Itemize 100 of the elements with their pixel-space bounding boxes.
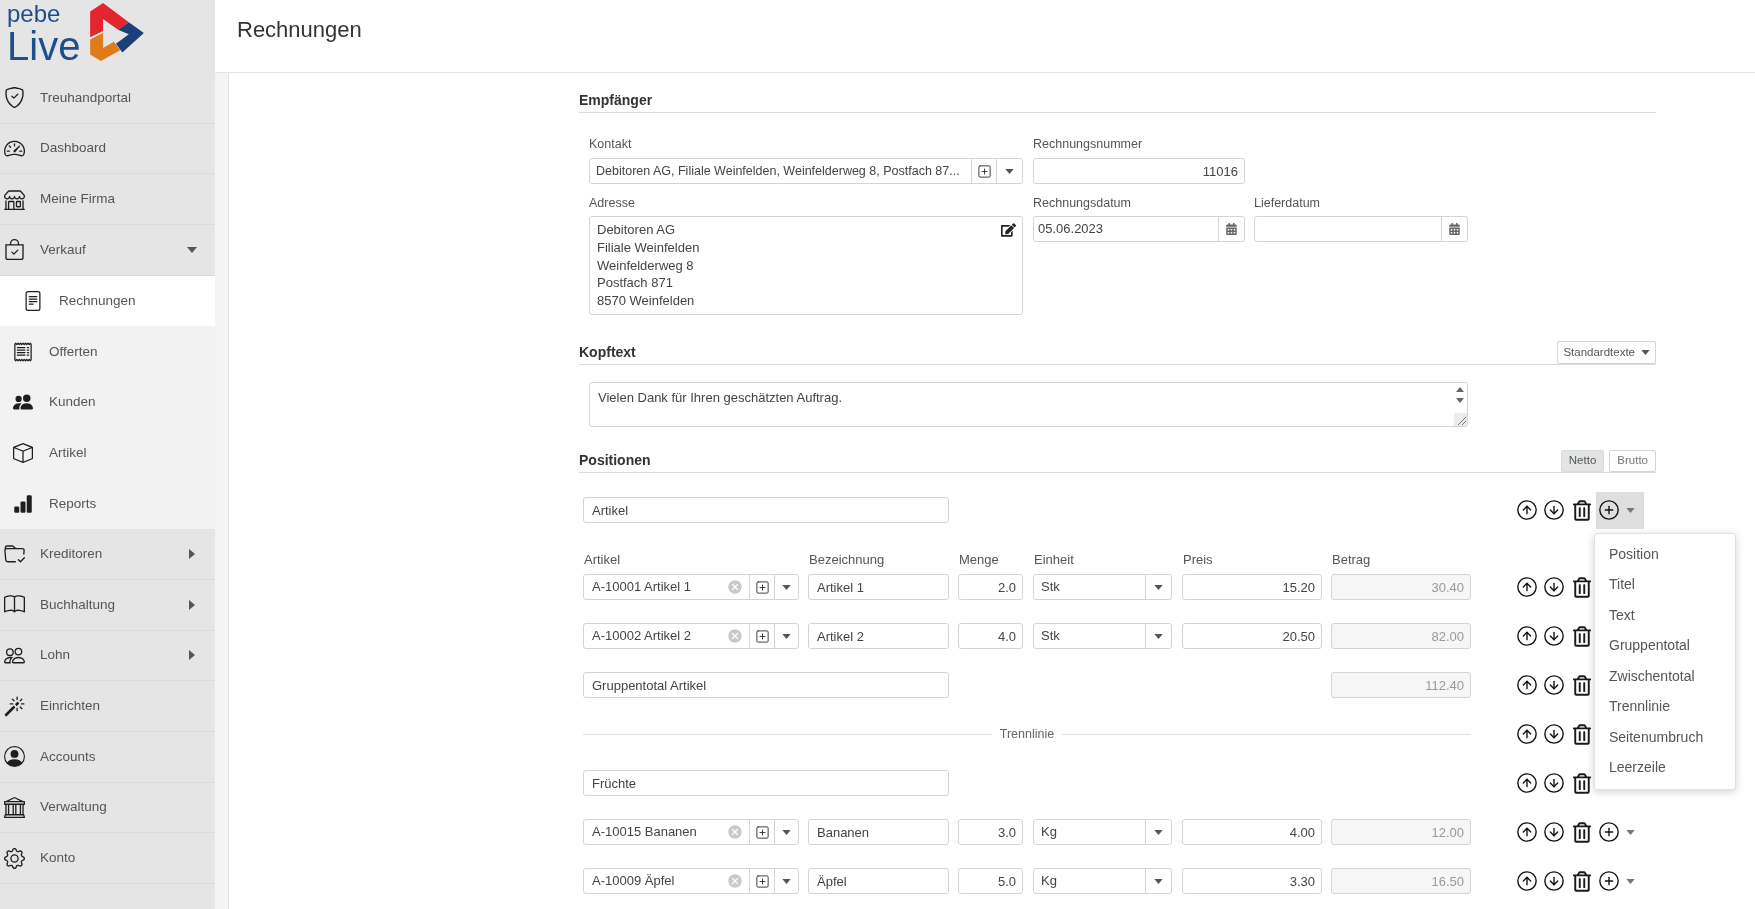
menu-item[interactable]: Titel — [1595, 569, 1735, 600]
menu-item[interactable]: Leerzeile — [1595, 752, 1735, 783]
arrow-down-icon[interactable] — [1543, 576, 1565, 598]
trash-icon[interactable] — [1573, 499, 1591, 521]
caret-icon[interactable] — [782, 584, 791, 590]
article-combobox[interactable]: A-10015 Bananen — [583, 819, 799, 845]
article-combobox[interactable]: A-10002 Artikel 2 — [583, 623, 799, 649]
unit-select[interactable]: Stk — [1033, 623, 1172, 649]
arrow-up-icon[interactable] — [1516, 772, 1538, 794]
invoice-date-field[interactable]: 05.06.2023 — [1033, 216, 1245, 242]
caret-icon[interactable] — [782, 633, 791, 639]
quantity-field[interactable]: 2.0 — [958, 574, 1023, 600]
arrow-down-icon[interactable] — [1543, 821, 1565, 843]
quantity-field[interactable]: 3.0 — [958, 819, 1023, 845]
trash-icon[interactable] — [1573, 821, 1591, 843]
description-field[interactable]: Artikel 2 — [808, 623, 949, 649]
arrow-down-icon[interactable] — [1543, 870, 1565, 892]
address-field[interactable]: Debitoren AG Filiale Weinfelden Weinfelderweg 8 Postfach 871 8570 Weinfelden — [589, 216, 1023, 315]
sidebar-item[interactable]: Artikel — [0, 427, 215, 479]
field-label: Kontakt — [589, 136, 632, 152]
sidebar-item[interactable]: Kunden — [0, 377, 215, 428]
caret-icon — [1154, 878, 1163, 884]
description-field[interactable]: Bananen — [808, 819, 949, 845]
sidebar-item[interactable]: Reports — [0, 478, 215, 530]
arrow-up-icon[interactable] — [1516, 576, 1538, 598]
arrow-down-icon[interactable] — [1543, 674, 1565, 696]
trash-icon[interactable] — [1573, 674, 1591, 696]
arrow-down-icon[interactable] — [1543, 499, 1565, 521]
trash-icon[interactable] — [1573, 576, 1591, 598]
menu-item[interactable]: Seitenumbruch — [1595, 722, 1735, 753]
templates-dropdown[interactable]: Standardtexte — [1557, 341, 1656, 364]
arrow-up-icon[interactable] — [1516, 674, 1538, 696]
article-combobox[interactable]: A-10001 Artikel 1 — [583, 574, 799, 600]
arrow-up-icon[interactable] — [1516, 499, 1538, 521]
description-field[interactable]: Äpfel — [808, 868, 949, 894]
caret-icon[interactable] — [782, 878, 791, 884]
address-line: Weinfelderweg 8 — [597, 256, 694, 275]
settings-icon — [4, 847, 25, 869]
edit-icon[interactable] — [1001, 223, 1016, 237]
title-field[interactable]: Artikel — [583, 497, 949, 523]
trash-icon[interactable] — [1573, 625, 1591, 647]
price-mode-tab[interactable]: Brutto — [1609, 449, 1656, 472]
arrow-up-icon[interactable] — [1516, 723, 1538, 745]
title-field[interactable]: Früchte — [583, 770, 949, 796]
invoice-number-field[interactable]: 11016 — [1033, 158, 1245, 184]
price-field[interactable]: 15.20 — [1182, 574, 1322, 600]
menu-item[interactable]: Position — [1595, 539, 1735, 570]
arrow-up-icon[interactable] — [1516, 870, 1538, 892]
price-mode-tab[interactable]: Netto — [1560, 449, 1605, 472]
unit-select[interactable]: Kg — [1033, 819, 1172, 845]
plus-square-icon[interactable] — [754, 579, 770, 595]
caret-icon — [1154, 829, 1163, 835]
resize-grip-icon[interactable] — [1453, 413, 1467, 426]
plus-square-icon[interactable] — [976, 163, 992, 179]
article-combobox[interactable]: A-10009 Äpfel — [583, 868, 799, 894]
trash-icon[interactable] — [1573, 870, 1591, 892]
scroll-up-icon[interactable] — [1456, 387, 1464, 392]
arrow-up-icon[interactable] — [1516, 625, 1538, 647]
sidebar-item[interactable]: Rechnungen — [0, 275, 215, 327]
unit-select[interactable]: Kg — [1033, 868, 1172, 894]
menu-item[interactable]: Text — [1595, 600, 1735, 631]
caret-icon[interactable] — [782, 829, 791, 835]
plus-square-icon[interactable] — [754, 873, 770, 889]
arrow-down-icon[interactable] — [1543, 772, 1565, 794]
description-field[interactable]: Artikel 1 — [808, 574, 949, 600]
header-text-field[interactable]: Vielen Dank für Ihren geschätzten Auftrag. — [589, 382, 1468, 427]
caret-icon — [1154, 584, 1163, 590]
shield-check-icon — [4, 87, 25, 109]
calendar-icon[interactable] — [1449, 223, 1460, 235]
menu-item[interactable]: Zwischentotal — [1595, 661, 1735, 692]
price-field[interactable]: 3.30 — [1182, 868, 1322, 894]
trash-icon[interactable] — [1573, 772, 1591, 794]
receipt-icon — [13, 341, 33, 362]
field-label: Rechnungsnummer — [1033, 136, 1143, 152]
page-title: Rechnungen — [237, 15, 362, 44]
column-header: Menge — [959, 552, 999, 567]
caret-icon — [1626, 878, 1635, 884]
arrow-down-icon[interactable] — [1543, 625, 1565, 647]
calendar-icon[interactable] — [1226, 223, 1237, 235]
section-title: Positionen — [579, 451, 651, 470]
quantity-field[interactable]: 5.0 — [958, 868, 1023, 894]
plus-square-icon[interactable] — [754, 628, 770, 644]
trash-icon[interactable] — [1573, 723, 1591, 745]
address-line: Filiale Weinfelden — [597, 238, 700, 257]
price-field[interactable]: 20.50 — [1182, 623, 1322, 649]
quantity-field[interactable]: 4.0 — [958, 623, 1023, 649]
arrow-up-icon[interactable] — [1516, 821, 1538, 843]
add-button[interactable] — [1596, 491, 1644, 529]
scroll-down-icon[interactable] — [1456, 398, 1464, 403]
menu-item[interactable]: Gruppentotal — [1595, 630, 1735, 661]
caret-icon[interactable] — [1005, 168, 1014, 174]
price-field[interactable]: 4.00 — [1182, 819, 1322, 845]
arrow-down-icon[interactable] — [1543, 723, 1565, 745]
unit-select[interactable]: Stk — [1033, 574, 1172, 600]
plus-square-icon[interactable] — [754, 824, 770, 840]
sidebar-item[interactable]: Offerten — [0, 326, 215, 378]
delivery-date-field[interactable] — [1254, 216, 1468, 242]
group-total-field[interactable]: Gruppentotal Artikel — [583, 672, 949, 698]
menu-item[interactable]: Trennlinie — [1595, 691, 1735, 722]
contact-combobox[interactable]: Debitoren AG, Filiale Weinfelden, Weinfelderweg 8, Postfach 87... — [589, 158, 1023, 184]
